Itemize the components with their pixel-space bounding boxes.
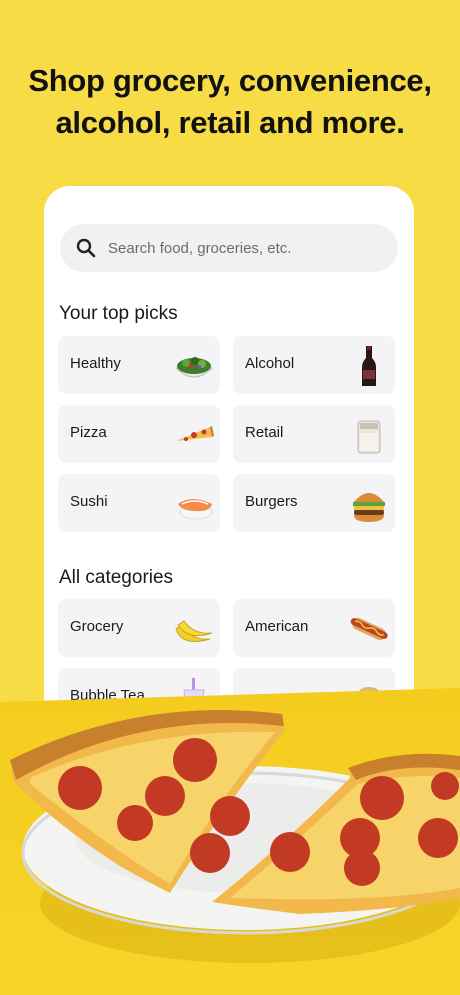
- tile-label: Burgers: [245, 493, 298, 510]
- tile-retail[interactable]: Retail: [233, 405, 395, 463]
- tile-american[interactable]: American: [233, 599, 395, 657]
- search-bar[interactable]: Search food, groceries, etc.: [60, 224, 398, 272]
- tile-pizza[interactable]: Pizza: [58, 405, 220, 463]
- burger-icon: [353, 493, 385, 522]
- headline-line-2: alcohol, retail and more.: [55, 105, 405, 140]
- tile-alcohol[interactable]: Alcohol: [233, 336, 395, 394]
- search-placeholder: Search food, groceries, etc.: [108, 239, 292, 257]
- sushi-icon: [178, 499, 213, 520]
- wine-bottle-icon: [362, 346, 376, 386]
- all-categories-title: All categories: [59, 567, 174, 588]
- headline: Shop grocery, convenience, alcohol, reta…: [0, 60, 460, 144]
- search-icon: [76, 238, 96, 258]
- tile-burgers[interactable]: Burgers: [233, 474, 395, 532]
- banana-icon: [175, 620, 213, 642]
- tile-label: Grocery: [70, 618, 124, 635]
- pizza-plate-photo: [0, 688, 460, 995]
- tile-label: Retail: [245, 424, 284, 441]
- tile-grocery[interactable]: Grocery: [58, 599, 220, 657]
- tile-label: Sushi: [70, 493, 108, 510]
- tile-label: Healthy: [70, 355, 121, 372]
- salad-bowl-icon: [174, 357, 214, 378]
- tile-label: American: [245, 618, 309, 635]
- hotdog-icon: [350, 617, 388, 641]
- tile-healthy[interactable]: Healthy: [58, 336, 220, 394]
- headline-line-1: Shop grocery, convenience,: [28, 63, 432, 98]
- tile-label: Pizza: [70, 424, 107, 441]
- top-picks-title: Your top picks: [59, 303, 178, 324]
- tile-sushi[interactable]: Sushi: [58, 474, 220, 532]
- candle-icon: [357, 420, 381, 454]
- pizza-slice-icon: [176, 426, 214, 441]
- tile-label: Alcohol: [245, 355, 295, 372]
